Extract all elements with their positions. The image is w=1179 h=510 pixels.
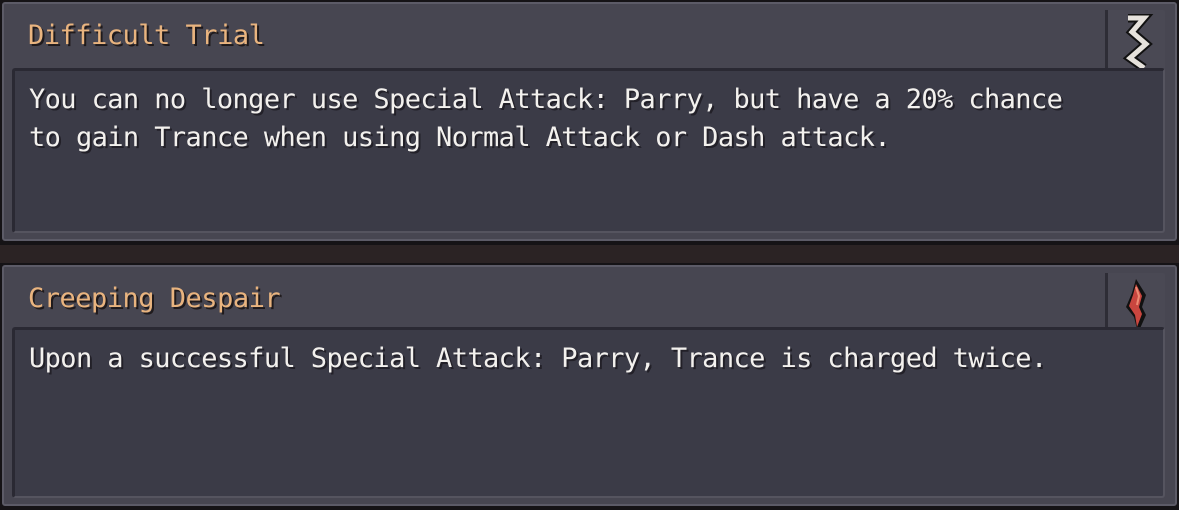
card-description-box: You can no longer use Special Attack: Pa… bbox=[12, 68, 1165, 233]
card-description-box: Upon a successful Special Attack: Parry,… bbox=[12, 327, 1165, 498]
card-title: Creeping Despair bbox=[28, 283, 281, 314]
card-frame: Creeping Despair Upon a successful Speci… bbox=[2, 265, 1177, 506]
trial-card-creeping-despair[interactable]: Creeping Despair Upon a successful Speci… bbox=[0, 263, 1179, 510]
card-description: You can no longer use Special Attack: Pa… bbox=[29, 84, 1063, 153]
card-frame: Difficult Trial You can no longer use Sp… bbox=[2, 2, 1177, 241]
card-title: Difficult Trial bbox=[28, 20, 265, 51]
card-description: Upon a successful Special Attack: Parry,… bbox=[29, 343, 1047, 374]
trial-card-difficult-trial[interactable]: Difficult Trial You can no longer use Sp… bbox=[0, 0, 1179, 245]
zigzag-rune-icon bbox=[1122, 14, 1154, 72]
